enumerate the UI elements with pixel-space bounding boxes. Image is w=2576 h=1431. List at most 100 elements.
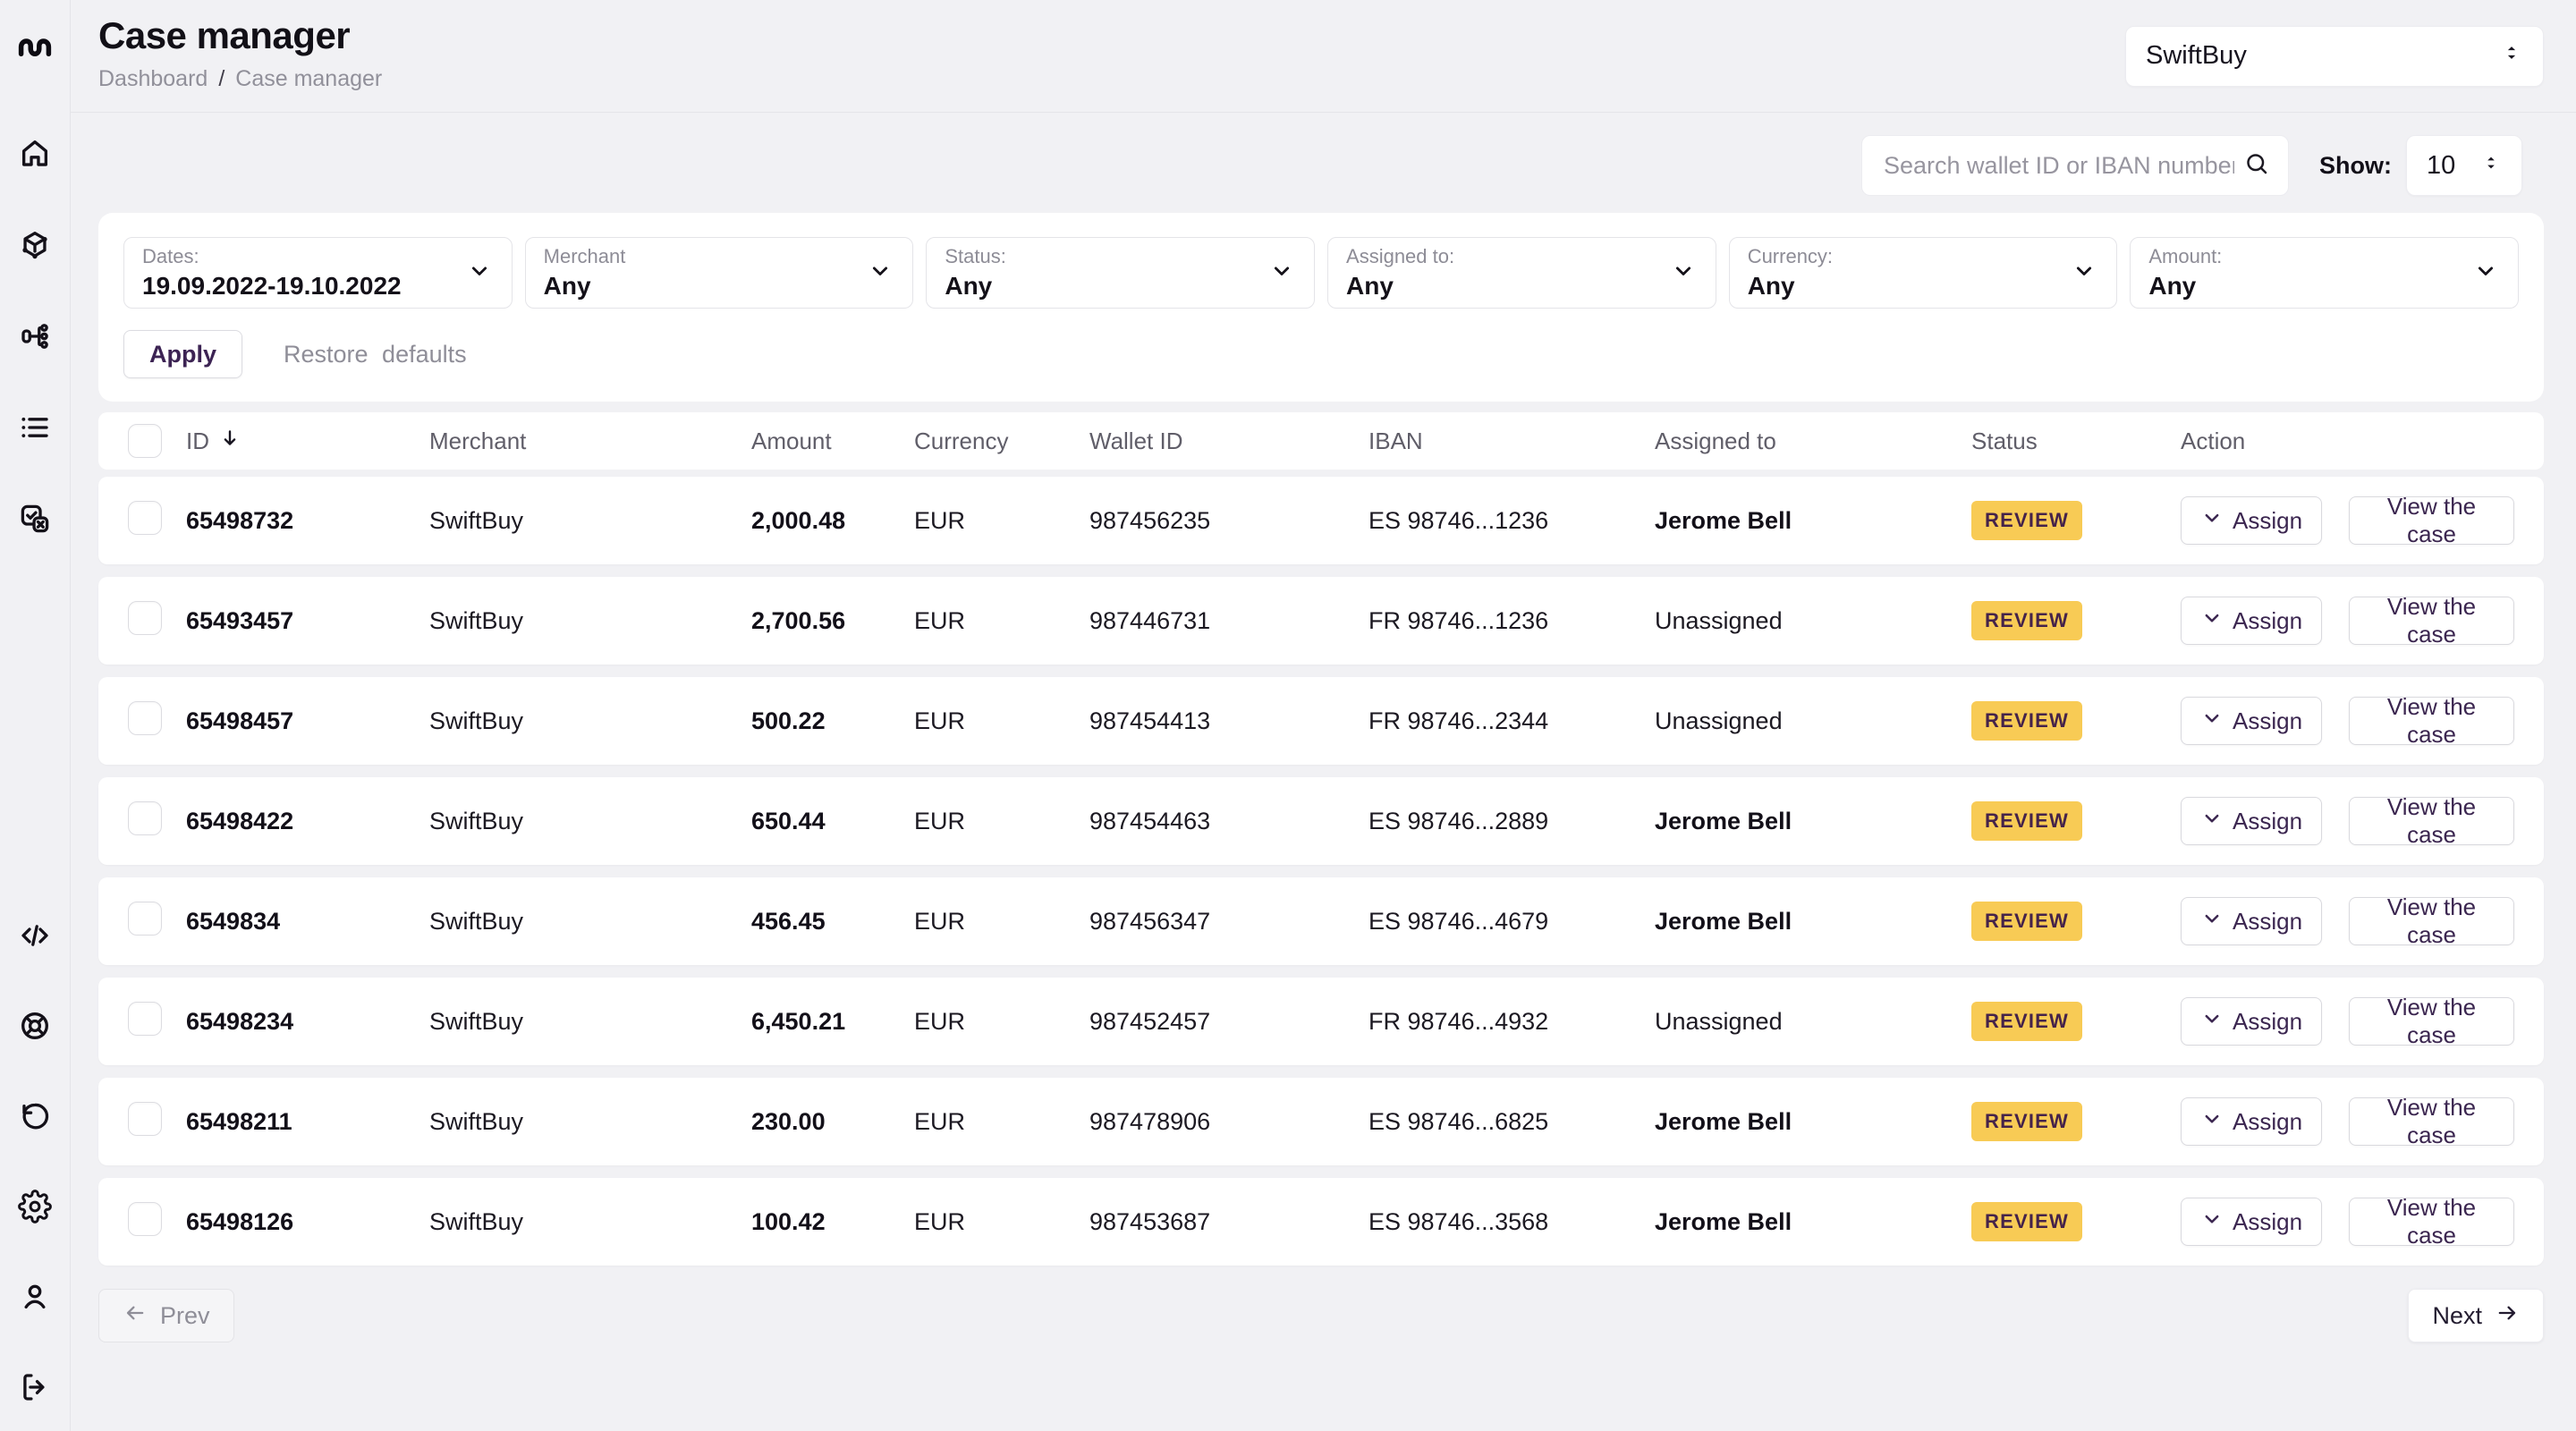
column-header-iban: IBAN [1368,428,1655,455]
restore-defaults-link[interactable]: Restore defaults [284,341,467,368]
status-badge: REVIEW [1971,501,2082,540]
sort-descending-icon[interactable] [218,427,242,456]
column-header-id[interactable]: ID [186,427,429,456]
row-checkbox[interactable] [128,1102,162,1136]
history-icon[interactable] [16,1097,54,1135]
cell-id: 65498211 [186,1108,429,1136]
toolbar: Show: 10 [98,135,2544,196]
filter-select-assigned-to[interactable]: Assigned to:Any [1327,237,1716,309]
assign-button[interactable]: Assign [2181,997,2322,1046]
row-checkbox[interactable] [128,1202,162,1236]
workflow-icon[interactable] [16,318,54,355]
topbar: Case manager Dashboard / Case manager Sw… [71,0,2576,113]
filter-select-currency[interactable]: Currency:Any [1729,237,2118,309]
filter-select-amount[interactable]: Amount:Any [2130,237,2519,309]
cell-wallet-id: 987446731 [1089,607,1368,635]
show-select-value: 10 [2427,151,2455,181]
cell-status: REVIEW [1971,1202,2181,1241]
workspace-select[interactable]: SwiftBuy [2125,26,2544,87]
chevron-down-icon [2200,907,2233,936]
support-icon[interactable] [16,1007,54,1045]
row-checkbox[interactable] [128,902,162,936]
view-case-button[interactable]: View the case [2349,797,2514,845]
row-checkbox[interactable] [128,801,162,835]
logout-icon[interactable] [16,1368,54,1406]
assign-button[interactable]: Assign [2181,1097,2322,1146]
cell-iban: ES 98746...3568 [1368,1208,1655,1236]
list-icon[interactable] [16,409,54,446]
filter-select-status[interactable]: Status:Any [926,237,1315,309]
cube-icon[interactable] [16,226,54,264]
cell-amount: 650.44 [751,808,914,835]
column-header-label: ID [186,428,209,455]
assign-button[interactable]: Assign [2181,697,2322,745]
search-field[interactable] [1861,135,2289,196]
cell-currency: EUR [914,808,1089,835]
show-label: Show: [2319,152,2392,180]
sidebar-nav-top [16,135,54,538]
profile-icon[interactable] [16,1278,54,1316]
cell-wallet-id: 987456347 [1089,908,1368,936]
search-icon[interactable] [2243,150,2270,182]
case-review-icon[interactable] [16,500,54,538]
assign-button[interactable]: Assign [2181,897,2322,945]
row-checkbox[interactable] [128,1002,162,1036]
cell-merchant: SwiftBuy [429,908,751,936]
row-checkbox[interactable] [128,501,162,535]
cell-actions: Assign View the case [2181,1198,2514,1246]
status-badge: REVIEW [1971,801,2082,841]
assign-button[interactable]: Assign [2181,1198,2322,1246]
chevron-down-icon [1269,258,1294,288]
column-header-label: Amount [751,428,832,455]
cell-assigned-to: Jerome Bell [1655,908,1971,936]
assign-button-label: Assign [2233,1108,2302,1136]
next-page-button[interactable]: Next [2408,1289,2544,1342]
view-case-button[interactable]: View the case [2349,597,2514,645]
breadcrumb: Dashboard / Case manager [98,66,382,92]
apply-button[interactable]: Apply [123,330,242,378]
select-all-checkbox[interactable] [128,424,162,458]
cell-status: REVIEW [1971,701,2181,741]
view-case-button[interactable]: View the case [2349,1198,2514,1246]
settings-icon[interactable] [16,1188,54,1225]
view-case-button[interactable]: View the case [2349,496,2514,545]
cell-assigned-to: Jerome Bell [1655,507,1971,535]
assign-button[interactable]: Assign [2181,597,2322,645]
sidebar-nav-bottom [16,917,54,1406]
status-badge: REVIEW [1971,701,2082,741]
status-badge: REVIEW [1971,902,2082,941]
view-case-button[interactable]: View the case [2349,1097,2514,1146]
cell-iban: FR 98746...1236 [1368,607,1655,635]
table-row: 65498126SwiftBuy100.42EUR987453687ES 987… [98,1178,2544,1266]
workspace-select-value: SwiftBuy [2146,41,2247,71]
row-checkbox-cell [128,601,186,641]
filter-value: Any [945,272,1005,301]
header-checkbox-cell [128,424,186,458]
chevron-down-icon [2072,258,2097,288]
show-select[interactable]: 10 [2406,135,2522,196]
view-case-button[interactable]: View the case [2349,997,2514,1046]
row-checkbox-cell [128,902,186,942]
breadcrumb-dashboard[interactable]: Dashboard [98,66,208,92]
cell-iban: FR 98746...4932 [1368,1008,1655,1036]
filter-value: Any [1346,272,1454,301]
view-case-button[interactable]: View the case [2349,697,2514,745]
cell-assigned-to: Unassigned [1655,607,1971,635]
chevron-down-icon [2200,1207,2233,1237]
cell-amount: 100.42 [751,1208,914,1236]
search-input[interactable] [1884,152,2234,180]
assign-button[interactable]: Assign [2181,797,2322,845]
prev-page-button[interactable]: Prev [98,1289,234,1342]
code-icon[interactable] [16,917,54,954]
filter-select-merchant[interactable]: MerchantAny [525,237,914,309]
row-checkbox[interactable] [128,701,162,735]
home-icon[interactable] [16,135,54,173]
filter-select-dates[interactable]: Dates:19.09.2022-19.10.2022 [123,237,513,309]
cell-amount: 456.45 [751,908,914,936]
row-checkbox[interactable] [128,601,162,635]
assign-button[interactable]: Assign [2181,496,2322,545]
content: Show: 10 Dates:19.09.2022-19.10.2022Merc… [71,113,2576,1431]
view-case-button[interactable]: View the case [2349,897,2514,945]
cell-amount: 2,700.56 [751,607,914,635]
cell-merchant: SwiftBuy [429,1108,751,1136]
